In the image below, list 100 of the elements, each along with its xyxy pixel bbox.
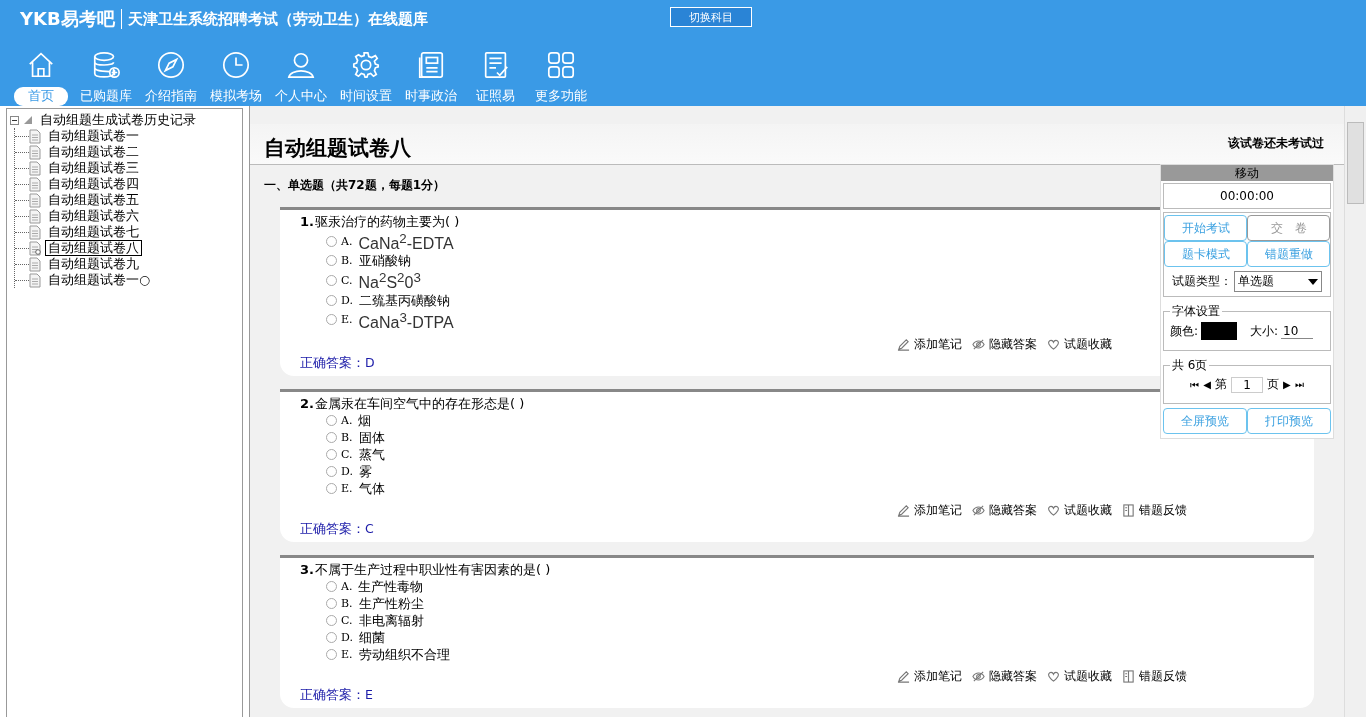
action-link[interactable]: 添加笔记 bbox=[914, 668, 962, 685]
user-icon[interactable] bbox=[285, 50, 316, 80]
option-letter: C. bbox=[341, 447, 353, 463]
action-link[interactable]: 错题反馈 bbox=[1139, 668, 1187, 685]
correct-answer: 正确答案：D bbox=[300, 355, 375, 372]
book-icon[interactable] bbox=[1122, 670, 1135, 683]
drag-handle[interactable]: 移动 bbox=[1161, 165, 1333, 181]
correct-answer: 正确答案：C bbox=[300, 521, 374, 538]
pencil-icon[interactable] bbox=[897, 338, 910, 351]
group-title: 字体设置 bbox=[1171, 303, 1221, 320]
question-text: 2.金属汞在车间空气中的存在形态是( ) bbox=[300, 395, 525, 412]
document-icon bbox=[29, 192, 41, 208]
option-text: 固体 bbox=[358, 429, 385, 446]
option-text: 蒸气 bbox=[358, 446, 385, 463]
tree-item[interactable]: 自动组题试卷九 bbox=[45, 256, 142, 272]
option-text: 劳动组织不合理 bbox=[358, 646, 450, 663]
option-letter: A. bbox=[341, 413, 353, 429]
action-link[interactable]: 试题收藏 bbox=[1064, 336, 1112, 353]
heart-icon[interactable] bbox=[1047, 338, 1060, 351]
exam-status: 该试卷还未考试过 bbox=[1228, 135, 1324, 152]
pencil-icon[interactable] bbox=[897, 670, 910, 683]
page-suffix: 页 bbox=[1267, 376, 1279, 393]
first-page-button[interactable]: ⏮ bbox=[1190, 378, 1200, 391]
document-icon bbox=[29, 224, 41, 240]
option-text: 烟 bbox=[358, 412, 372, 429]
book-icon[interactable] bbox=[1122, 504, 1135, 517]
eye-icon[interactable] bbox=[972, 670, 985, 683]
action-link[interactable]: 添加笔记 bbox=[914, 336, 962, 353]
type-dropdown[interactable]: 单选题 bbox=[1234, 271, 1322, 292]
collapse-toggle[interactable] bbox=[10, 115, 19, 125]
settings-icon[interactable] bbox=[350, 50, 381, 80]
option-letter: D. bbox=[341, 630, 353, 646]
tree-item[interactable]: 自动组题试卷五 bbox=[45, 192, 142, 208]
action-link[interactable]: 试题收藏 bbox=[1064, 502, 1112, 519]
timer: 00:00:00 bbox=[1163, 183, 1331, 209]
last-page-button[interactable]: ⏭ bbox=[1294, 378, 1304, 391]
option-letter: E. bbox=[341, 312, 353, 329]
document-icon bbox=[29, 144, 41, 160]
option-letter: E. bbox=[341, 647, 353, 663]
correct-answer: 正确答案：E bbox=[300, 687, 373, 704]
eye-icon[interactable] bbox=[972, 338, 985, 351]
scrollbar[interactable] bbox=[1344, 106, 1366, 717]
document-icon bbox=[29, 128, 41, 144]
page-field[interactable]: 1 bbox=[1231, 376, 1263, 393]
heart-icon[interactable] bbox=[1047, 670, 1060, 683]
tree-item[interactable]: 自动组题试卷四 bbox=[45, 176, 142, 192]
option-letter: D. bbox=[341, 292, 353, 309]
tree-item[interactable]: 自动组题试卷二 bbox=[45, 144, 142, 160]
action-link[interactable]: 错题反馈 bbox=[1139, 502, 1187, 519]
document-icon bbox=[29, 272, 41, 288]
option-text: 细菌 bbox=[358, 629, 385, 646]
grid-icon[interactable] bbox=[545, 50, 576, 80]
document-icon bbox=[29, 176, 41, 192]
dropdown-caret-icon[interactable] bbox=[1308, 278, 1318, 285]
option-letter: C. bbox=[341, 613, 353, 629]
page-prefix: 第 bbox=[1215, 376, 1227, 393]
eye-icon[interactable] bbox=[972, 504, 985, 517]
document-icon bbox=[29, 208, 41, 224]
option-letter: B. bbox=[341, 596, 353, 612]
document-icon bbox=[29, 256, 41, 272]
previous-page-button[interactable]: ◀ bbox=[1203, 379, 1211, 390]
color-swatch[interactable] bbox=[1201, 322, 1238, 340]
option-letter: C. bbox=[341, 273, 353, 289]
tree-item[interactable]: 自动组题试卷三 bbox=[45, 160, 142, 176]
tree-item[interactable]: 自动组题试卷八 bbox=[45, 240, 142, 256]
tree-item[interactable]: 自动组题生成试卷历史记录 bbox=[37, 112, 199, 128]
paper-title: 自动组题试卷八 bbox=[264, 135, 411, 162]
question-text: 3.不属于生产过程中职业性有害因素的是( ) bbox=[300, 561, 551, 578]
action-link[interactable]: 隐藏答案 bbox=[989, 668, 1037, 685]
next-page-button[interactable]: ▶ bbox=[1283, 379, 1291, 390]
option-letter: B. bbox=[341, 430, 353, 446]
option-text: 生产性粉尘 bbox=[358, 595, 424, 612]
type-label: 试题类型： bbox=[1172, 273, 1232, 290]
pencil-icon[interactable] bbox=[897, 504, 910, 517]
option-text: CaNa$^{3}$-DTPA bbox=[358, 308, 454, 331]
color-label: 颜色: bbox=[1170, 322, 1199, 340]
action-link[interactable]: 试题收藏 bbox=[1064, 668, 1112, 685]
action-link[interactable]: 隐藏答案 bbox=[989, 502, 1037, 519]
option-text: 雾 bbox=[358, 463, 372, 480]
tree-item[interactable]: 自动组题试卷一 bbox=[45, 128, 142, 144]
action-link[interactable]: 隐藏答案 bbox=[989, 336, 1037, 353]
tree-item[interactable]: 自动组题试卷六 bbox=[45, 208, 142, 224]
section-heading: 一、单选题（共72题，每题1分） bbox=[264, 177, 446, 194]
heart-icon[interactable] bbox=[1047, 504, 1060, 517]
compass-icon[interactable] bbox=[155, 50, 186, 80]
option-text: CaNa$^{2}$-EDTA bbox=[358, 230, 454, 253]
tree-item[interactable]: 自动组题试卷一○ bbox=[45, 272, 153, 288]
option-letter: A. bbox=[341, 233, 353, 250]
action-link[interactable]: 添加笔记 bbox=[914, 502, 962, 519]
size-field[interactable]: 10 bbox=[1281, 323, 1314, 339]
group-title: 共 6页 bbox=[1171, 357, 1209, 374]
option-letter: D. bbox=[341, 464, 353, 480]
switch-subject-button[interactable]: 切换科目 bbox=[670, 7, 752, 27]
size-label: 大小: bbox=[1250, 322, 1279, 340]
option-text: 气体 bbox=[358, 480, 385, 497]
clock-icon[interactable] bbox=[220, 50, 251, 80]
tree-item[interactable]: 自动组题试卷七 bbox=[45, 224, 142, 240]
brand-logo: YKB易考吧 bbox=[20, 7, 115, 31]
option-text: 二巯基丙磺酸钠 bbox=[358, 291, 450, 309]
app-title: 天津卫生系统招聘考试（劳动卫生）在线题库 bbox=[127, 9, 428, 29]
